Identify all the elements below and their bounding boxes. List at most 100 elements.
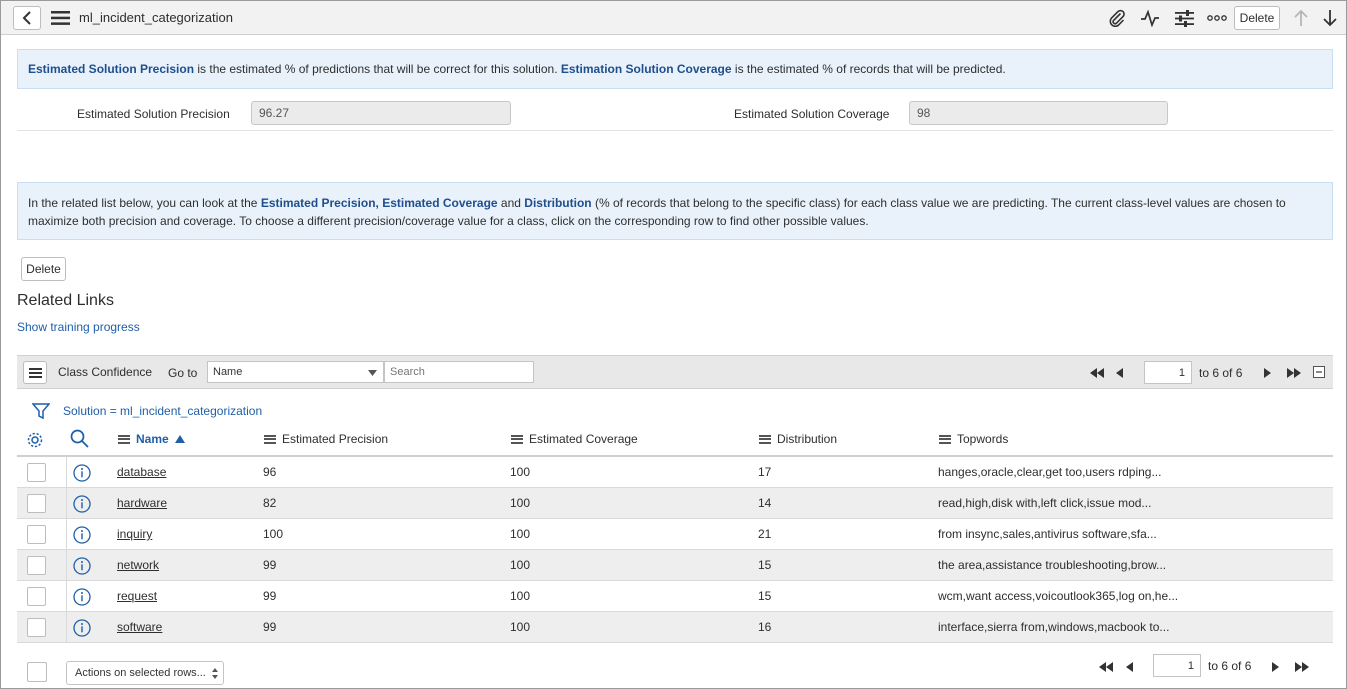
previous-page-icon[interactable] bbox=[1116, 367, 1124, 381]
info-term-precision: Estimated Solution Precision bbox=[28, 62, 195, 76]
filter-icon[interactable] bbox=[31, 403, 51, 423]
column-menu-icon[interactable] bbox=[759, 434, 771, 444]
row-distribution: 15 bbox=[758, 589, 772, 603]
row-checkbox[interactable] bbox=[27, 587, 46, 606]
arrow-down-icon[interactable] bbox=[1320, 8, 1340, 28]
row-name-link[interactable]: software bbox=[117, 620, 162, 634]
row-topwords: wcm,want access,voicoutlook365,log on,he… bbox=[938, 589, 1179, 603]
previous-page-icon[interactable] bbox=[1126, 661, 1134, 675]
row-precision: 99 bbox=[263, 589, 277, 603]
list-menu-button[interactable] bbox=[23, 361, 47, 384]
goto-field-select[interactable]: Name bbox=[207, 361, 384, 383]
back-button[interactable] bbox=[13, 6, 41, 30]
activity-icon[interactable] bbox=[1139, 8, 1161, 28]
next-page-icon[interactable] bbox=[1264, 367, 1272, 381]
row-coverage: 100 bbox=[510, 496, 531, 510]
info-icon[interactable] bbox=[73, 464, 91, 485]
collapse-list-icon[interactable] bbox=[1313, 366, 1325, 381]
column-menu-icon[interactable] bbox=[511, 434, 523, 444]
precision-field[interactable]: 96.27 bbox=[251, 101, 511, 125]
table-row[interactable]: software 99 100 16 interface,sierra from… bbox=[17, 612, 1333, 643]
coverage-label: Estimated Solution Coverage bbox=[734, 107, 890, 121]
goto-selected-value: Name bbox=[213, 366, 243, 378]
info-icon[interactable] bbox=[73, 619, 91, 640]
row-checkbox[interactable] bbox=[27, 556, 46, 575]
row-precision: 82 bbox=[263, 496, 277, 510]
gear-icon[interactable] bbox=[26, 431, 44, 452]
column-menu-icon[interactable] bbox=[118, 434, 130, 444]
info-text: is the estimated % of records that will … bbox=[731, 62, 1006, 76]
column-menu-icon[interactable] bbox=[939, 434, 951, 444]
divider bbox=[17, 130, 1333, 131]
row-name-link[interactable]: network bbox=[117, 558, 159, 572]
row-checkbox[interactable] bbox=[27, 525, 46, 544]
show-training-progress-link[interactable]: Show training progress bbox=[17, 320, 140, 334]
search-input[interactable] bbox=[384, 361, 534, 383]
chevron-left-icon bbox=[22, 11, 31, 25]
form-header: ml_incident_categorization Delete bbox=[1, 1, 1346, 35]
last-page-icon[interactable] bbox=[1287, 367, 1303, 381]
goto-label: Go to bbox=[168, 366, 198, 380]
info-icon[interactable] bbox=[73, 526, 91, 547]
header-delete-button[interactable]: Delete bbox=[1234, 6, 1280, 30]
list-toolbar: Class Confidence Go to Name 1 to 6 of 6 bbox=[17, 355, 1333, 389]
select-all-checkbox[interactable] bbox=[27, 662, 47, 682]
page-input[interactable]: 1 bbox=[1144, 361, 1192, 384]
caret-down-icon bbox=[368, 370, 377, 376]
table-row[interactable]: database 96 100 17 hanges,oracle,clear,g… bbox=[17, 457, 1333, 488]
related-links-title: Related Links bbox=[17, 292, 114, 309]
column-header-precision[interactable]: Estimated Precision bbox=[264, 432, 388, 446]
delete-button[interactable]: Delete bbox=[21, 257, 66, 281]
first-page-icon[interactable] bbox=[1098, 661, 1114, 675]
last-page-icon[interactable] bbox=[1295, 661, 1311, 675]
next-page-icon[interactable] bbox=[1272, 661, 1280, 675]
row-name-link[interactable]: database bbox=[117, 465, 166, 479]
checkbox-column-divider bbox=[66, 457, 67, 643]
list-title: Class Confidence bbox=[58, 365, 153, 379]
info-term-precision-coverage: Estimated Precision, Estimated Coverage bbox=[260, 196, 498, 210]
info-icon[interactable] bbox=[73, 557, 91, 578]
row-checkbox[interactable] bbox=[27, 618, 46, 637]
settings-sliders-icon[interactable] bbox=[1173, 8, 1195, 28]
table-row[interactable]: network 99 100 15 the area,assistance tr… bbox=[17, 550, 1333, 581]
row-name-link[interactable]: hardware bbox=[117, 496, 167, 510]
actions-select[interactable]: Actions on selected rows... bbox=[66, 661, 224, 685]
info-term-distribution: Distribution bbox=[524, 196, 592, 210]
attachment-icon[interactable] bbox=[1106, 8, 1128, 28]
row-name-link[interactable]: request bbox=[117, 589, 157, 603]
select-arrows-icon bbox=[212, 668, 218, 679]
row-checkbox[interactable] bbox=[27, 463, 46, 482]
menu-icon[interactable] bbox=[50, 10, 70, 26]
column-header-name[interactable]: Name bbox=[118, 432, 185, 446]
row-precision: 99 bbox=[263, 558, 277, 572]
row-name-link[interactable]: inquiry bbox=[117, 527, 152, 541]
column-header-coverage[interactable]: Estimated Coverage bbox=[511, 432, 638, 446]
table-row[interactable]: inquiry 100 100 21 from insync,sales,ant… bbox=[17, 519, 1333, 550]
search-icon[interactable] bbox=[70, 429, 89, 451]
first-page-icon[interactable] bbox=[1089, 367, 1105, 381]
row-topwords: interface,sierra from,windows,macbook to… bbox=[938, 620, 1170, 634]
column-header-distribution[interactable]: Distribution bbox=[759, 432, 837, 446]
table-row[interactable]: hardware 82 100 14 read,high,disk with,l… bbox=[17, 488, 1333, 519]
row-topwords: read,high,disk with,left click,issue mod… bbox=[938, 496, 1152, 510]
column-coverage-label: Estimated Coverage bbox=[529, 432, 638, 446]
footer-page-input[interactable]: 1 bbox=[1153, 654, 1201, 677]
row-topwords: the area,assistance troubleshooting,brow… bbox=[938, 558, 1167, 572]
column-precision-label: Estimated Precision bbox=[282, 432, 389, 446]
table-row[interactable]: request 99 100 15 wcm,want access,voicou… bbox=[17, 581, 1333, 612]
arrow-up-icon[interactable] bbox=[1291, 8, 1311, 28]
info-icon[interactable] bbox=[73, 495, 91, 516]
row-precision: 100 bbox=[263, 527, 284, 541]
info-term-coverage: Estimation Solution Coverage bbox=[560, 62, 732, 76]
column-menu-icon[interactable] bbox=[264, 434, 276, 444]
info-icon[interactable] bbox=[73, 588, 91, 609]
row-checkbox[interactable] bbox=[27, 494, 46, 513]
column-header-topwords[interactable]: Topwords bbox=[939, 432, 1008, 446]
info-text: and bbox=[497, 196, 525, 210]
filter-breadcrumb[interactable]: Solution = ml_incident_categorization bbox=[63, 404, 262, 418]
coverage-field[interactable]: 98 bbox=[909, 101, 1168, 125]
column-name-label: Name bbox=[136, 432, 169, 446]
row-precision: 96 bbox=[263, 465, 277, 479]
more-options-icon[interactable] bbox=[1206, 8, 1228, 28]
row-topwords: hanges,oracle,clear,get too,users rdping… bbox=[938, 465, 1162, 479]
